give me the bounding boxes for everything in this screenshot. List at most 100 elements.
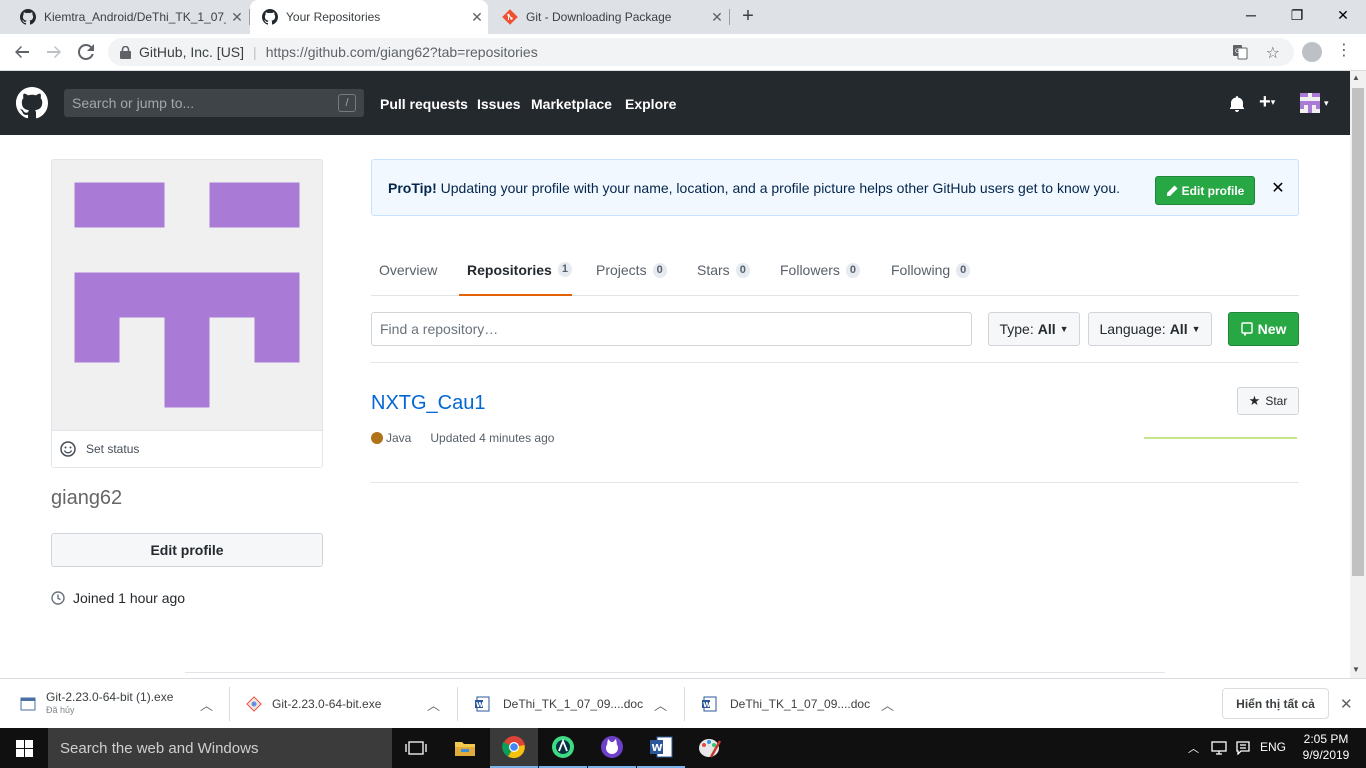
protip-edit-profile-button[interactable]: Edit profile	[1155, 176, 1255, 205]
nav-issues[interactable]: Issues	[477, 96, 521, 112]
word-doc-icon: W	[701, 696, 717, 712]
tab-overview[interactable]: Overview	[371, 245, 445, 295]
menu-icon[interactable]: ⋮	[1336, 43, 1352, 61]
svg-text:G: G	[1235, 48, 1240, 55]
url-text[interactable]: https://github.com/giang62?tab=repositor…	[266, 44, 538, 60]
window-close-button[interactable]: ✕	[1320, 0, 1366, 30]
tab-repositories[interactable]: Repositories 1	[459, 245, 572, 296]
show-all-downloads-button[interactable]: Hiển thị tất cả	[1222, 688, 1329, 719]
browser-tab-kiemtra[interactable]: Kiemtra_Android/DeThi_TK_1_07_ ✕	[8, 0, 248, 34]
chevron-up-icon[interactable]: ︿	[427, 695, 440, 714]
tab-followers[interactable]: Followers 0	[772, 245, 868, 295]
chevron-up-icon[interactable]: ︿	[654, 695, 667, 714]
chevron-down-icon[interactable]: ▾	[1324, 98, 1329, 109]
minimize-button[interactable]: ─	[1228, 0, 1274, 30]
tab-counter: 0	[735, 262, 750, 278]
browser-tab-git-download[interactable]: Git - Downloading Package ✕	[490, 0, 728, 34]
close-icon[interactable]: ✕	[1340, 695, 1353, 713]
close-icon[interactable]: ✕	[1270, 178, 1286, 198]
nav-pull-requests[interactable]: Pull requests	[380, 96, 468, 112]
download-item[interactable]: Git-2.23.0-64-bit (1).exe Đã hủy ︿	[20, 679, 220, 729]
download-filename: DeThi_TK_1_07_09....doc	[730, 697, 871, 711]
nav-explore[interactable]: Explore	[625, 96, 676, 112]
reload-button[interactable]	[72, 38, 100, 66]
forward-button[interactable]	[40, 38, 68, 66]
github-desktop-icon[interactable]	[588, 728, 636, 768]
bookmark-star-icon[interactable]: ☆	[1266, 43, 1280, 63]
chevron-up-icon[interactable]: ︿	[200, 695, 213, 714]
tab-label: Following	[891, 262, 951, 278]
bell-icon[interactable]	[1230, 96, 1244, 112]
download-item[interactable]: W DeThi_TK_1_07_09....doc ︿	[701, 679, 901, 729]
maximize-button[interactable]: ❐	[1274, 0, 1320, 30]
svg-text:W: W	[652, 743, 663, 754]
github-icon	[262, 9, 278, 25]
certificate-label[interactable]: GitHub, Inc. [US]	[139, 44, 244, 60]
tab-counter: 0	[845, 262, 861, 278]
language-filter-select[interactable]: Language: All ▼	[1088, 312, 1212, 346]
edit-profile-button[interactable]: Edit profile	[51, 533, 323, 567]
github-logo-icon[interactable]	[16, 87, 48, 119]
close-icon[interactable]: ✕	[226, 9, 248, 26]
divider	[371, 482, 1299, 483]
taskbar-search-input[interactable]: Search the web and Windows	[48, 728, 392, 768]
avatar[interactable]	[1300, 93, 1320, 113]
language-filter-value: All	[1169, 321, 1188, 337]
repo-name-link[interactable]: NXTG_Cau1	[371, 392, 486, 415]
word-icon[interactable]: W	[637, 728, 685, 768]
network-icon[interactable]	[1211, 741, 1227, 755]
download-item[interactable]: Git-2.23.0-64-bit.exe ︿	[246, 679, 446, 729]
caret-down-icon: ▼	[1191, 324, 1201, 334]
new-repository-button[interactable]: New	[1228, 312, 1299, 346]
clock-icon	[51, 591, 65, 605]
set-status-button[interactable]: Set status	[52, 430, 322, 467]
language-color-dot	[371, 432, 383, 444]
download-filename: Git-2.23.0-64-bit (1).exe	[46, 690, 174, 704]
windows-start-button[interactable]	[0, 728, 48, 768]
scrollbar-thumb[interactable]	[1352, 88, 1364, 576]
file-explorer-icon[interactable]	[441, 728, 489, 768]
github-search-input[interactable]: Search or jump to... /	[64, 89, 364, 117]
tab-label: Repositories	[467, 261, 552, 278]
action-center-icon[interactable]	[1236, 741, 1250, 755]
nav-marketplace[interactable]: Marketplace	[531, 96, 612, 112]
plus-icon[interactable]: +▾	[1259, 91, 1275, 114]
protip-banner: ProTip! Updating your profile with your …	[371, 159, 1299, 216]
address-bar[interactable]: GitHub, Inc. [US] | https://github.com/g…	[108, 38, 1294, 66]
protip-button-label: Edit profile	[1181, 183, 1245, 198]
paint-icon[interactable]	[686, 728, 734, 768]
type-filter-select[interactable]: Type: All ▼	[988, 312, 1080, 346]
new-tab-button[interactable]: +	[736, 5, 760, 29]
chevron-up-icon[interactable]: ︿	[1188, 740, 1199, 756]
download-shelf: Git-2.23.0-64-bit (1).exe Đã hủy ︿ Git-2…	[0, 678, 1366, 728]
chevron-up-icon[interactable]: ︿	[881, 695, 894, 714]
tab-label: Overview	[379, 262, 438, 278]
close-icon[interactable]: ✕	[706, 9, 728, 26]
divider	[457, 687, 458, 721]
browser-tab-your-repositories[interactable]: Your Repositories ✕	[250, 0, 488, 34]
scroll-up-icon[interactable]: ▲	[1352, 73, 1360, 82]
tab-following[interactable]: Following 0	[883, 245, 978, 295]
task-view-icon[interactable]	[392, 728, 440, 768]
tab-stars[interactable]: Stars 0	[689, 245, 758, 295]
star-button[interactable]: ★ Star	[1237, 387, 1299, 415]
scroll-down-icon[interactable]: ▼	[1352, 665, 1360, 674]
close-icon[interactable]: ✕	[466, 9, 488, 26]
lock-icon[interactable]	[120, 45, 131, 59]
tab-label: Projects	[596, 262, 647, 278]
download-item[interactable]: W DeThi_TK_1_07_09....doc ︿	[474, 679, 674, 729]
profile-avatar-icon[interactable]	[1302, 42, 1322, 62]
find-repository-input[interactable]: Find a repository…	[371, 312, 972, 346]
avatar-card[interactable]	[51, 159, 323, 468]
divider	[684, 687, 685, 721]
tab-separator	[729, 9, 730, 25]
exe-file-icon	[20, 696, 36, 712]
input-language-indicator[interactable]: ENG	[1260, 740, 1286, 754]
back-button[interactable]	[8, 38, 36, 66]
translate-icon[interactable]: G	[1232, 44, 1248, 60]
taskbar-clock[interactable]: 2:05 PM 9/9/2019	[1294, 731, 1358, 763]
android-studio-icon[interactable]	[539, 728, 587, 768]
tab-counter: 1	[557, 262, 572, 277]
tab-projects[interactable]: Projects 0	[588, 245, 675, 295]
chrome-icon[interactable]	[490, 728, 538, 768]
